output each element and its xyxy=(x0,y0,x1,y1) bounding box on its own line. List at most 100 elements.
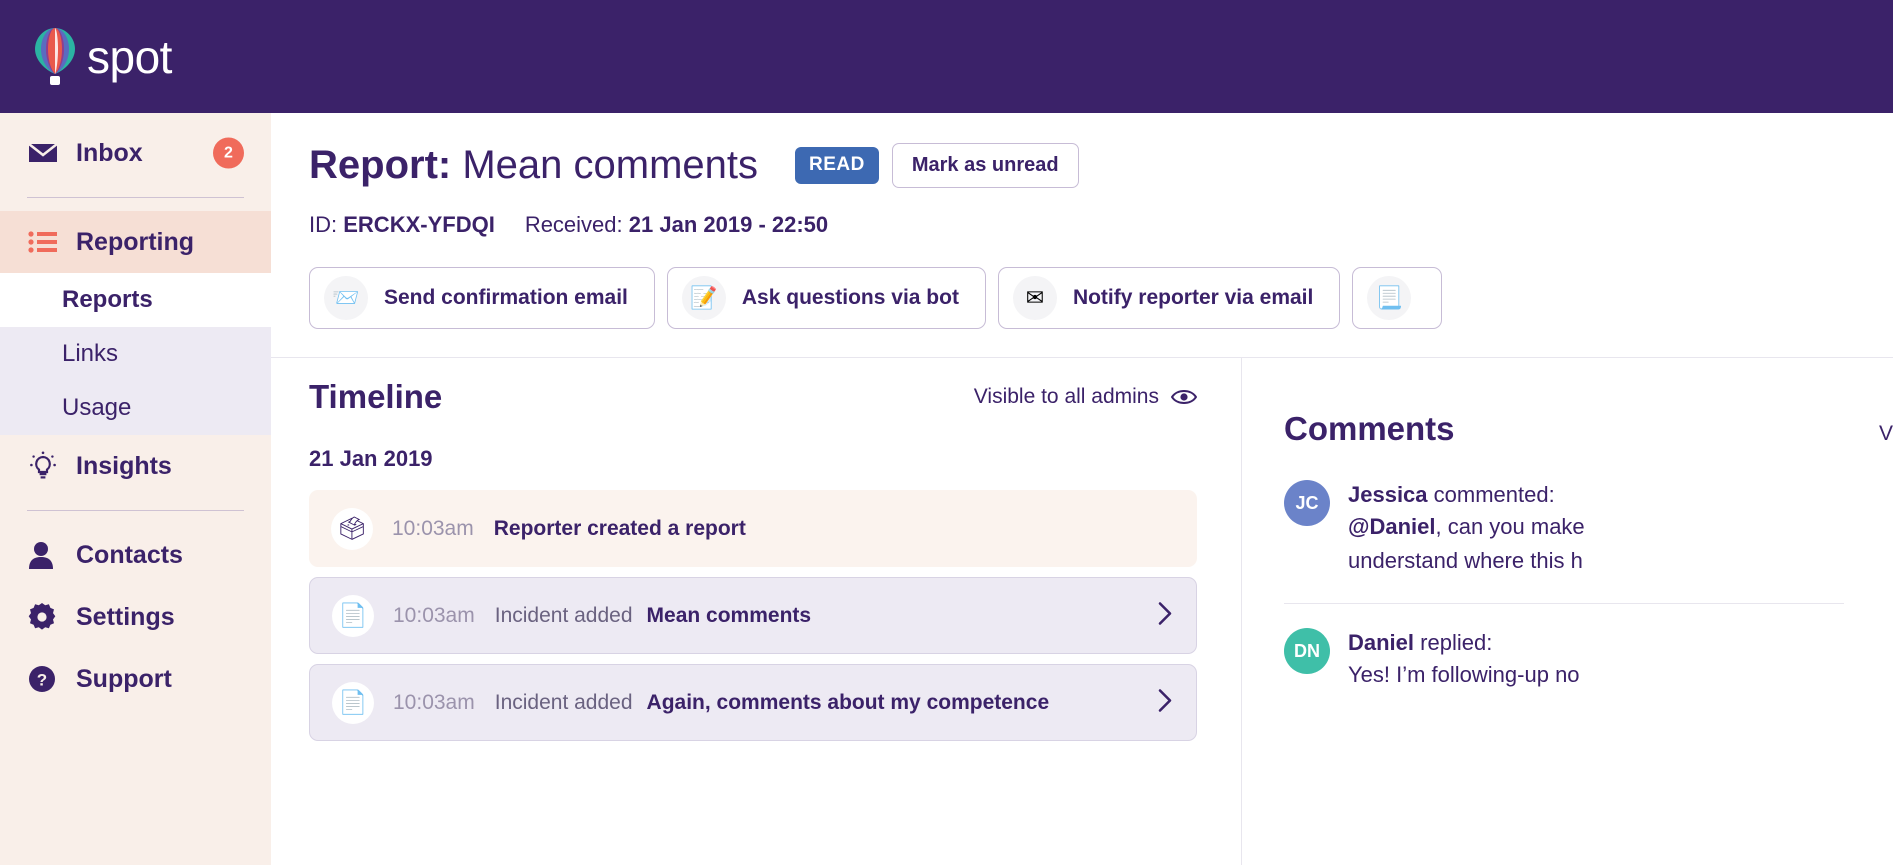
page-title: Report: Mean comments xyxy=(309,143,758,188)
comment-text-rest: , can you make xyxy=(1435,514,1584,539)
send-confirmation-email-button[interactable]: 📨 Send confirmation email xyxy=(309,267,655,329)
mark-as-unread-button[interactable]: Mark as unread xyxy=(892,143,1079,188)
timeline-entry-reporter-created[interactable]: 🗳 10:03am Reporter created a report xyxy=(309,490,1197,567)
sidebar-item-label: Reporting xyxy=(76,228,194,257)
incident-added-icon: 📄 xyxy=(332,682,374,724)
incident-added-icon: 📄 xyxy=(332,595,374,637)
sidebar-item-settings[interactable]: Settings xyxy=(0,586,271,648)
sidebar-item-usage[interactable]: Usage xyxy=(0,381,271,435)
comment-text-line-1: @Daniel, can you make xyxy=(1348,512,1585,542)
balloon-logo-icon xyxy=(32,26,78,88)
brand-name: spot xyxy=(87,34,172,80)
report-received-label: Received: xyxy=(525,212,623,238)
envelope-icon xyxy=(28,142,62,164)
report-title-name: Mean comments xyxy=(462,143,758,187)
person-icon xyxy=(28,541,62,569)
action-button-bar: 📨 Send confirmation email 📝 Ask question… xyxy=(309,267,1893,329)
action-label: Ask questions via bot xyxy=(742,286,959,310)
ask-questions-via-bot-button[interactable]: 📝 Ask questions via bot xyxy=(667,267,986,329)
timeline-entry-time: 10:03am xyxy=(393,691,475,715)
timeline-entry-time: 10:03am xyxy=(392,517,474,541)
comment-text-line-2: understand where this h xyxy=(1348,546,1585,576)
timeline-entry-text: Again, comments about my competence xyxy=(647,691,1050,715)
envelope-icon: ✉ xyxy=(1013,276,1057,320)
lightbulb-icon xyxy=(28,451,62,481)
sidebar-item-contacts[interactable]: Contacts xyxy=(0,524,271,586)
sidebar-item-links[interactable]: Links xyxy=(0,327,271,381)
svg-text:?: ? xyxy=(37,671,47,690)
timeline-entry-text: Reporter created a report xyxy=(494,517,746,541)
top-bar: spot xyxy=(0,0,1893,113)
sidebar-item-label: Insights xyxy=(76,452,172,481)
list-icon xyxy=(28,230,62,254)
comments-list: JC Jessica commented: @Daniel, can you m… xyxy=(1284,480,1893,690)
sidebar-subitem-label: Links xyxy=(62,340,118,368)
timeline-visibility[interactable]: Visible to all admins xyxy=(974,385,1197,409)
report-received-value: 21 Jan 2019 - 22:50 xyxy=(629,212,828,238)
report-title-row: Report: Mean comments READ Mark as unrea… xyxy=(309,143,1893,188)
comment-body: Jessica commented: @Daniel, can you make… xyxy=(1348,480,1585,575)
timeline-date-group: 21 Jan 2019 xyxy=(309,446,1241,472)
comments-visibility-label: V xyxy=(1879,422,1893,446)
sidebar-subitem-label: Usage xyxy=(62,394,131,422)
comments-divider xyxy=(1284,603,1844,604)
note-pencil-icon: 📝 xyxy=(682,276,726,320)
timeline-list: 🗳 10:03am Reporter created a report 📄 10… xyxy=(309,490,1197,741)
comment-item-jessica[interactable]: JC Jessica commented: @Daniel, can you m… xyxy=(1284,480,1893,575)
comment-item-daniel[interactable]: DN Daniel replied: Yes! I’m following-up… xyxy=(1284,628,1893,690)
chevron-right-icon[interactable] xyxy=(1158,688,1172,717)
chevron-right-icon[interactable] xyxy=(1158,601,1172,630)
sidebar-item-label: Support xyxy=(76,665,172,694)
sidebar: Inbox 2 Reporting Reports Links xyxy=(0,113,271,865)
timeline-entry-text: Mean comments xyxy=(647,604,812,628)
comment-author: Daniel xyxy=(1348,630,1414,655)
action-label: Notify reporter via email xyxy=(1073,286,1313,310)
timeline-entry-incident-mean-comments[interactable]: 📄 10:03am Incident added Mean comments xyxy=(309,577,1197,654)
app-root: spot Inbox 2 xyxy=(0,0,1893,865)
report-id-value: ERCKX-YFDQI xyxy=(343,212,495,238)
sidebar-item-label: Inbox xyxy=(76,139,143,168)
timeline-comments-split: Timeline Visible to all admins 21 Jan 20… xyxy=(271,358,1893,865)
comment-body: Daniel replied: Yes! I’m following-up no xyxy=(1348,628,1580,690)
eye-icon xyxy=(1171,388,1197,406)
timeline-heading: Timeline xyxy=(309,378,442,416)
timeline-entry-incident-competence[interactable]: 📄 10:03am Incident added Again, comments… xyxy=(309,664,1197,741)
sidebar-item-label: Contacts xyxy=(76,541,183,570)
comments-heading: Comments xyxy=(1284,410,1455,448)
sidebar-item-inbox[interactable]: Inbox 2 xyxy=(0,122,271,184)
timeline-header: Timeline Visible to all admins xyxy=(309,378,1197,416)
avatar: DN xyxy=(1284,628,1330,674)
sidebar-item-reports[interactable]: Reports xyxy=(0,273,271,327)
sidebar-subitem-label: Reports xyxy=(62,286,153,314)
overflow-action-button[interactable]: 📃 xyxy=(1352,267,1442,329)
comment-author-line: Daniel replied: xyxy=(1348,630,1580,656)
comment-action: commented: xyxy=(1434,482,1555,507)
sidebar-item-insights[interactable]: Insights xyxy=(0,435,271,497)
sidebar-item-support[interactable]: ? Support xyxy=(0,648,271,710)
timeline-entry-kind: Incident added xyxy=(495,691,633,715)
comments-panel: Comments V JC Jessica commented: @Daniel… xyxy=(1241,358,1893,865)
email-check-icon: 📨 xyxy=(324,276,368,320)
report-created-icon: 🗳 xyxy=(331,508,373,550)
comments-header: Comments V xyxy=(1284,410,1893,448)
comment-author: Jessica xyxy=(1348,482,1428,507)
report-title-prefix: Report: xyxy=(309,143,451,187)
inbox-badge: 2 xyxy=(213,138,244,169)
sidebar-divider-2 xyxy=(27,510,244,511)
sidebar-divider-1 xyxy=(27,197,244,198)
action-label: Send confirmation email xyxy=(384,286,628,310)
sidebar-item-reporting[interactable]: Reporting xyxy=(0,211,271,273)
gear-icon xyxy=(28,603,62,631)
timeline-entry-time: 10:03am xyxy=(393,604,475,628)
comment-mention: @Daniel xyxy=(1348,514,1435,539)
comment-action: replied: xyxy=(1420,630,1492,655)
question-circle-icon: ? xyxy=(28,665,62,693)
avatar: JC xyxy=(1284,480,1330,526)
timeline-visibility-label: Visible to all admins xyxy=(974,385,1159,409)
notify-reporter-via-email-button[interactable]: ✉ Notify reporter via email xyxy=(998,267,1340,329)
sidebar-top-gap xyxy=(0,113,271,122)
brand-logo[interactable]: spot xyxy=(32,26,172,88)
report-meta: ID: ERCKX-YFDQI Received: 21 Jan 2019 - … xyxy=(309,212,1893,238)
comment-author-line: Jessica commented: xyxy=(1348,482,1585,508)
timeline-panel: Timeline Visible to all admins 21 Jan 20… xyxy=(271,358,1241,865)
